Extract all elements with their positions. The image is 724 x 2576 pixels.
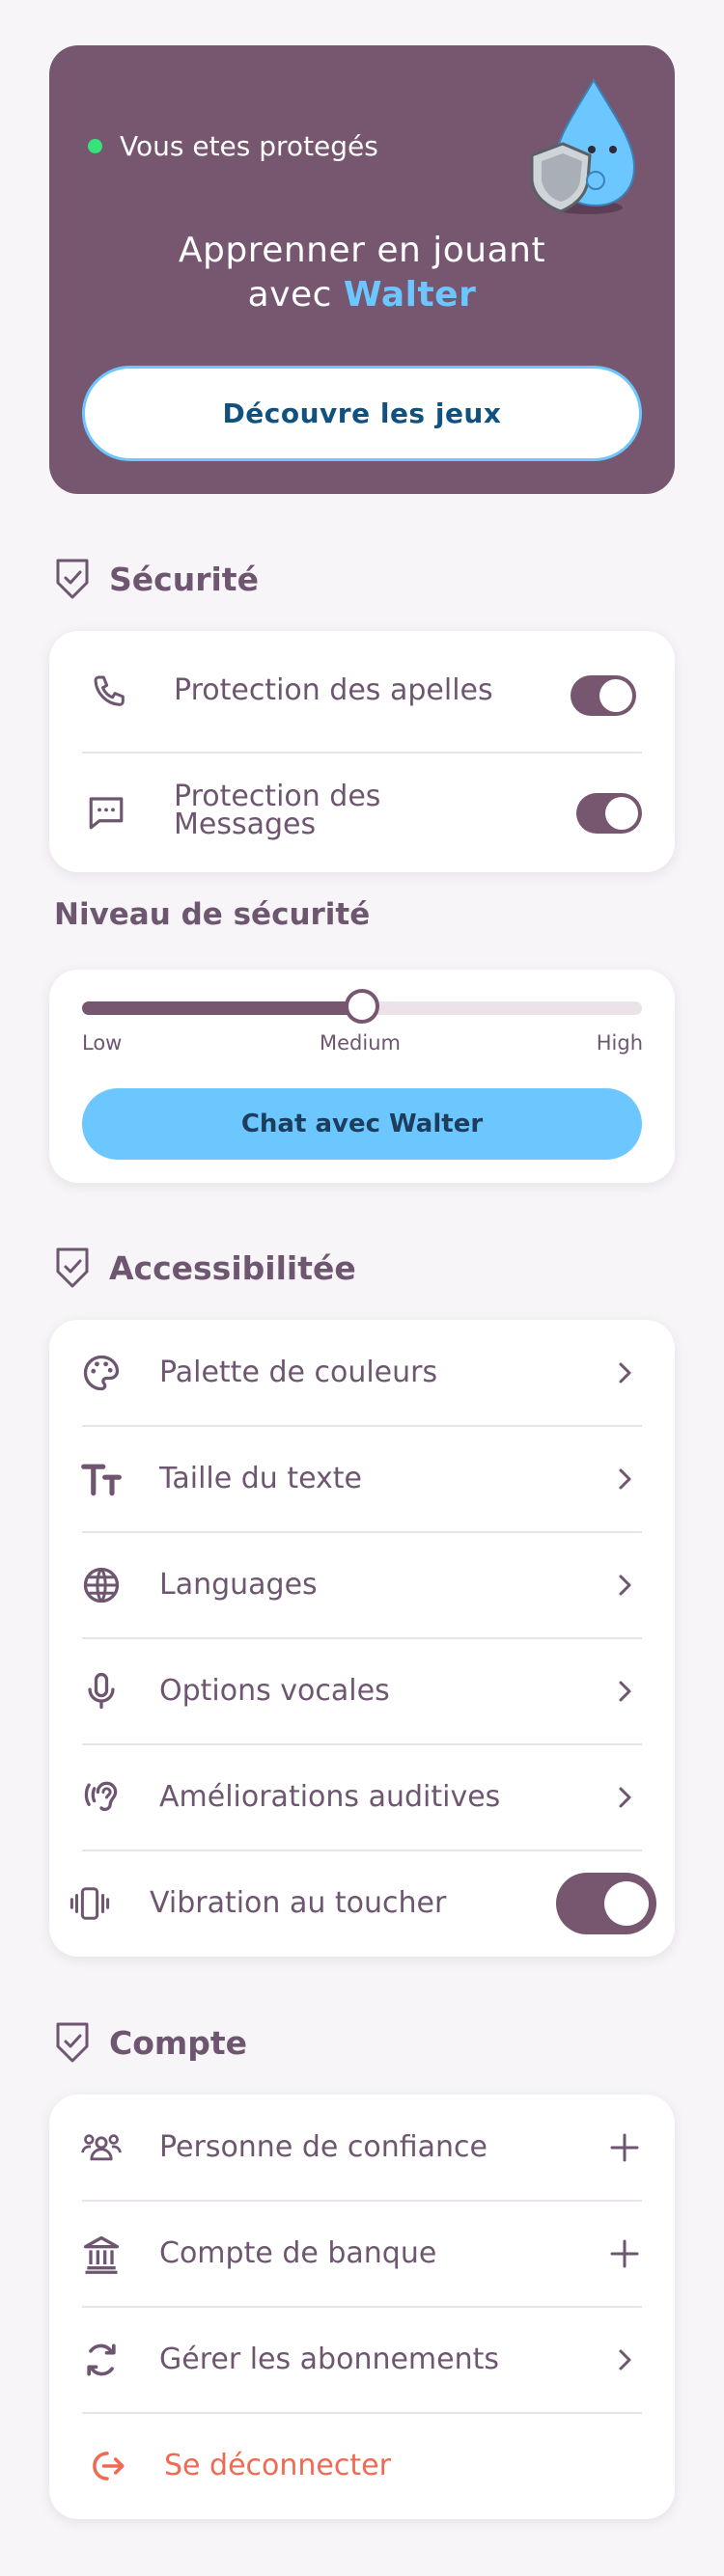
refresh-icon (80, 2339, 123, 2381)
hero-title-accent: Walter (343, 275, 477, 315)
section-title-account: Compte (109, 2023, 248, 2062)
bank-account-row[interactable]: Compte de banque (49, 2201, 675, 2307)
logout-label: Se déconnecter (164, 2449, 391, 2482)
hero-card: Vous etes protegés Apprenner en jouant a… (49, 45, 675, 494)
security-section-header: Sécurité (55, 558, 259, 600)
hero-title-line2: avec Walter (49, 273, 675, 317)
bank-account-label: Compte de banque (159, 2236, 437, 2270)
accessibility-card: Palette de couleurs Taille du texte Lang… (49, 1320, 675, 1957)
slider-label-medium: Medium (320, 1031, 401, 1055)
status-text: Vous etes protegés (120, 130, 378, 162)
toggle-knob (605, 797, 638, 830)
chevron-right-icon (619, 1575, 631, 1596)
languages-row[interactable]: Languages (49, 1532, 675, 1638)
chevron-right-icon (619, 1681, 631, 1702)
touch-vibration-row: Vibration au toucher (49, 1850, 675, 1957)
call-protection-row: Protection des apelles (49, 631, 675, 752)
plus-icon (610, 2133, 639, 2162)
phone-icon (89, 671, 131, 713)
slider-fill (82, 1001, 362, 1015)
security-level-card: Low Medium High Chat avec Walter (49, 970, 675, 1183)
hero-title-prefix: avec (247, 275, 344, 315)
chevron-right-icon (619, 1362, 631, 1384)
hearing-improvements-row[interactable]: Améliorations auditives (49, 1744, 675, 1850)
shield-check-icon (56, 2022, 89, 2063)
section-title-accessibility: Accessibilitée (109, 1248, 356, 1287)
message-protection-label-line2: Messages (174, 808, 317, 841)
color-palette-label: Palette de couleurs (159, 1356, 438, 1389)
text-size-icon (80, 1458, 123, 1500)
microphone-icon (80, 1670, 123, 1713)
section-title-security: Sécurité (109, 560, 259, 598)
manage-subscriptions-label: Gérer les abonnements (159, 2343, 500, 2376)
globe-icon (80, 1564, 123, 1606)
touch-vibration-label: Vibration au toucher (150, 1886, 447, 1920)
security-level-title: Niveau de sécurité (54, 897, 371, 932)
trusted-person-row[interactable]: Personne de confiance (49, 2095, 675, 2201)
color-palette-row[interactable]: Palette de couleurs (49, 1320, 675, 1426)
logout-icon (86, 2445, 128, 2487)
accessibility-section-header: Accessibilitée (55, 1247, 356, 1289)
message-protection-label-line1: Protection des (174, 780, 381, 813)
touch-vibration-toggle[interactable] (556, 1873, 656, 1934)
chat-with-walter-button[interactable]: Chat avec Walter (82, 1088, 642, 1160)
shield-check-icon (56, 1247, 89, 1288)
text-size-row[interactable]: Taille du texte (49, 1426, 675, 1532)
languages-label: Languages (159, 1568, 318, 1602)
voice-options-label: Options vocales (159, 1674, 390, 1708)
palette-icon (80, 1352, 123, 1394)
status-dot (88, 139, 102, 153)
trusted-person-label: Personne de confiance (159, 2130, 487, 2164)
shield-check-icon (56, 559, 89, 599)
message-icon (85, 791, 127, 834)
protection-status: Vous etes protegés (88, 130, 378, 162)
people-icon (80, 2126, 123, 2169)
text-size-label: Taille du texte (159, 1462, 362, 1495)
manage-subscriptions-row[interactable]: Gérer les abonnements (49, 2307, 675, 2413)
slider-label-low: Low (82, 1031, 123, 1055)
hearing-icon (80, 1776, 123, 1819)
hero-title: Apprenner en jouant avec Walter (49, 229, 675, 317)
call-protection-toggle[interactable] (571, 675, 636, 716)
vibration-icon (69, 1882, 111, 1925)
plus-icon (610, 2239, 639, 2268)
slider-thumb[interactable] (345, 989, 379, 1024)
call-protection-label: Protection des apelles (174, 673, 493, 707)
message-protection-toggle[interactable] (576, 793, 642, 834)
slider-label-high: High (596, 1031, 643, 1055)
security-card: Protection des apelles Protection des Me… (49, 631, 675, 872)
discover-games-button[interactable]: Découvre les jeux (82, 366, 642, 461)
walter-mascot-icon (528, 72, 640, 217)
message-protection-label: Protection des Messages (174, 780, 381, 841)
logout-row[interactable]: Se déconnecter (49, 2413, 675, 2519)
bank-icon (80, 2233, 123, 2275)
hero-title-line1: Apprenner en jouant (178, 231, 546, 270)
chevron-right-icon (619, 1468, 631, 1490)
hearing-improvements-label: Améliorations auditives (159, 1780, 501, 1814)
voice-options-row[interactable]: Options vocales (49, 1638, 675, 1744)
account-section-header: Compte (55, 2021, 247, 2064)
message-protection-row: Protection des Messages (49, 753, 675, 872)
toggle-knob (599, 679, 632, 712)
toggle-knob (604, 1881, 649, 1926)
chevron-right-icon (619, 1787, 631, 1808)
account-card: Personne de confiance Compte de banque G… (49, 2095, 675, 2519)
security-level-slider[interactable] (82, 989, 642, 1024)
chevron-right-icon (619, 2349, 631, 2370)
